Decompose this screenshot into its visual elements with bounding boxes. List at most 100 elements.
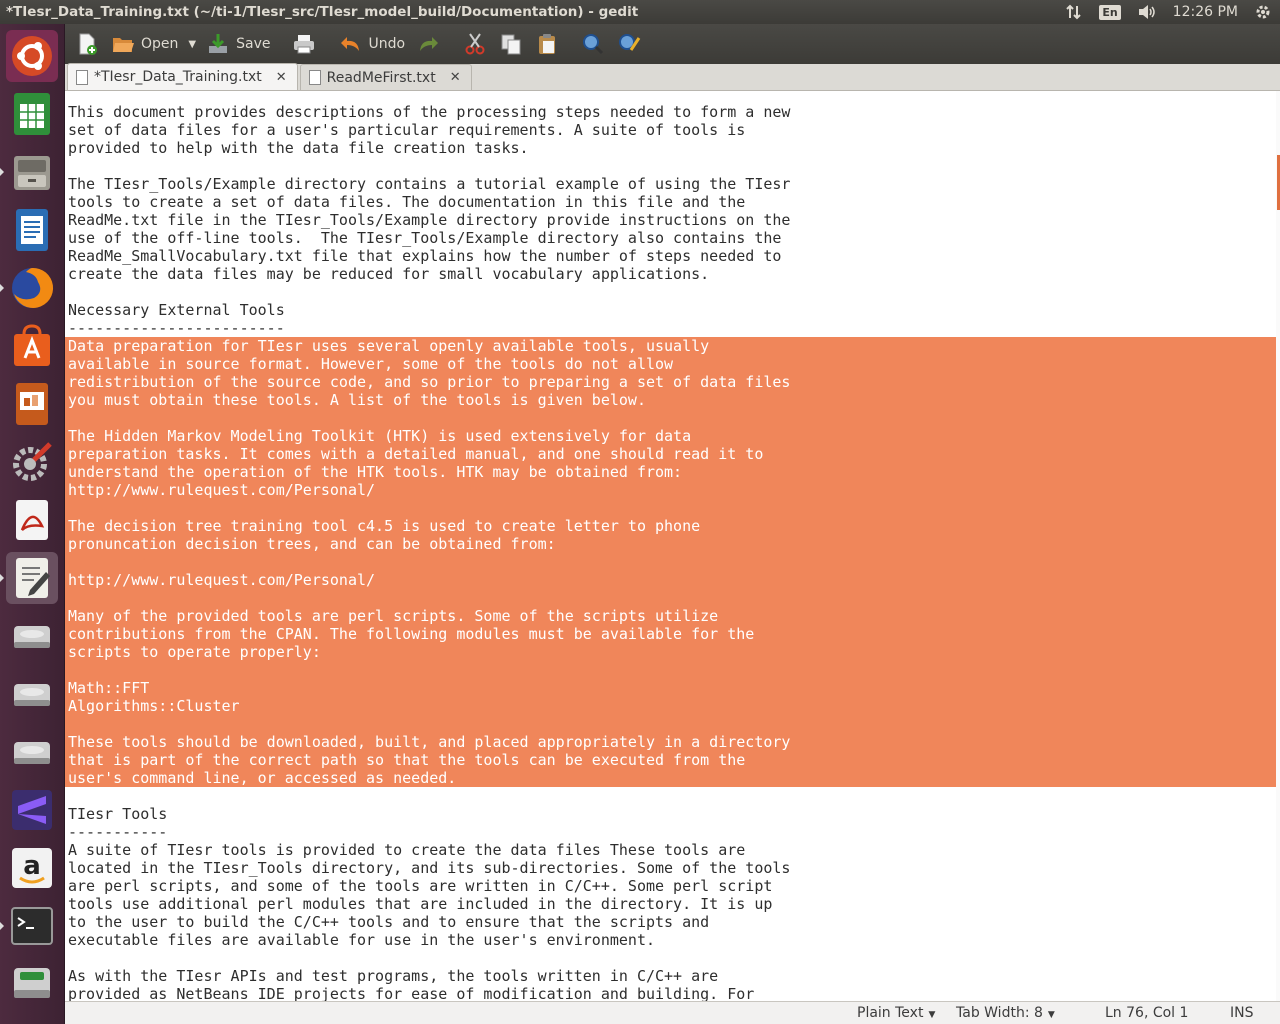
document-line[interactable]: Data preparation for TIesr uses several … [68,337,790,355]
document-line[interactable]: use of the off-line tools. The TIesr_Too… [68,229,790,247]
document-line[interactable] [68,499,790,517]
document-line[interactable]: redistribution of the source code, and s… [68,373,790,391]
document-line[interactable]: TIesr Tools [68,805,790,823]
close-tab-icon[interactable]: ✕ [276,70,287,85]
document-line[interactable]: are perl scripts, and some of the tools … [68,877,790,895]
document-line[interactable]: The TIesr_Tools/Example directory contai… [68,175,790,193]
document-line[interactable]: that is part of the correct path so that… [68,751,790,769]
document-line[interactable]: provided as NetBeans IDE projects for ea… [68,985,790,1001]
presentation-icon [16,383,48,425]
document-line[interactable] [68,283,790,301]
find-replace-button[interactable] [611,28,647,60]
document-line[interactable]: tools to create a set of data files. The… [68,193,790,211]
document-line[interactable]: tools use additional perl modules that a… [68,895,790,913]
launcher-software-center[interactable] [6,320,58,372]
document-line[interactable]: The Hidden Markov Modeling Toolkit (HTK)… [68,427,790,445]
tab-tiesr-data-training[interactable]: *TIesr_Data_Training.txt ✕ [67,63,298,90]
document-line[interactable] [68,553,790,571]
file-cabinet-icon [14,156,50,190]
clock[interactable]: 12:26 PM [1165,0,1246,24]
document-line[interactable]: to the user to build the C/C++ tools and… [68,913,790,931]
document-line[interactable]: create the data files may be reduced for… [68,265,790,283]
folder-open-icon [113,38,134,52]
document-line[interactable]: Math::FFT [68,679,790,697]
text-editor-area[interactable]: This document provides descriptions of t… [65,91,1276,1001]
open-recent-dropdown[interactable]: ▼ [184,28,200,60]
save-button[interactable]: Save [200,28,276,60]
document-line[interactable]: contributions from the CPAN. The followi… [68,625,790,643]
open-button[interactable]: Open [105,28,184,60]
session-indicator[interactable] [1246,0,1280,24]
document-line[interactable]: The decision tree training tool c4.5 is … [68,517,790,535]
tab-width-selector[interactable]: Tab Width: 8 ▼ [956,1005,1055,1021]
document-line[interactable] [68,589,790,607]
redo-button[interactable] [411,28,447,60]
document-line[interactable]: available in source format. However, som… [68,355,790,373]
document-line[interactable]: A suite of TIesr tools is provided to cr… [68,841,790,859]
launcher-firefox[interactable] [6,262,58,314]
document-line[interactable] [68,157,790,175]
find-button[interactable] [575,28,611,60]
document-line[interactable]: executable files are available for use i… [68,931,790,949]
document-line[interactable]: pronuncation decision trees, and can be … [68,535,790,553]
document-line[interactable]: you must obtain these tools. A list of t… [68,391,790,409]
document-line[interactable]: ReadMe_SmallVocabulary.txt file that exp… [68,247,790,265]
launcher-drive-1[interactable] [6,610,58,662]
document-line[interactable]: ----------- [68,823,790,841]
undo-button[interactable]: Undo [332,28,411,60]
launcher-amazon[interactable]: a [6,842,58,894]
document-line[interactable] [68,949,790,967]
firefox-icon [12,267,54,308]
cursor-position: Ln 76, Col 1 [1105,1005,1189,1021]
launcher-drive-removable[interactable] [6,958,58,1010]
launcher-drive-3[interactable] [6,726,58,778]
tab-readmefirst[interactable]: ReadMeFirst.txt ✕ [299,64,472,90]
document-line[interactable]: ------------------------ [68,319,790,337]
document-line[interactable]: understand the operation of the HTK tool… [68,463,790,481]
launcher-ubuntu-dash[interactable] [6,30,58,82]
launcher-document-viewer[interactable] [6,494,58,546]
document-line[interactable]: http://www.rulequest.com/Personal/ [68,481,790,499]
print-button[interactable] [286,28,322,60]
keyboard-indicator[interactable]: En [1091,0,1128,24]
sound-indicator[interactable] [1129,0,1165,24]
document-line[interactable]: set of data files for a user's particula… [68,121,790,139]
document-line[interactable]: scripts to operate properly: [68,643,790,661]
document-line[interactable]: user's command line, or accessed as need… [68,769,790,787]
new-document-button[interactable] [69,28,105,60]
launcher-files[interactable] [6,146,58,198]
launcher-terminal[interactable] [6,900,58,952]
document-line[interactable]: These tools should be downloaded, built,… [68,733,790,751]
document-line[interactable]: preparation tasks. It comes with a detai… [68,445,790,463]
document-line[interactable]: located in the TIesr_Tools directory, an… [68,859,790,877]
launcher-system-settings[interactable] [6,436,58,488]
launcher-drive-2[interactable] [6,668,58,720]
launcher-libreoffice-writer[interactable] [6,204,58,256]
document-line[interactable]: This document provides descriptions of t… [68,103,790,121]
document-line[interactable]: As with the TIesr APIs and test programs… [68,967,790,985]
document-line[interactable]: ReadMe.txt file in the TIesr_Tools/Examp… [68,211,790,229]
document-line[interactable] [68,715,790,733]
speaker-icon [1138,5,1155,19]
network-indicator[interactable] [1057,0,1091,24]
launcher-libreoffice-calc[interactable] [6,88,58,140]
language-selector[interactable]: Plain Text ▼ [857,1005,935,1021]
save-download-icon [209,34,228,53]
launcher-sublime-text[interactable] [6,784,58,836]
cut-button[interactable] [457,28,493,60]
launcher-text-editor[interactable] [6,552,58,604]
document-line[interactable]: Necessary External Tools [68,301,790,319]
paste-button[interactable] [529,28,565,60]
copy-button[interactable] [493,28,529,60]
document-line[interactable] [68,409,790,427]
vertical-scrollbar[interactable] [1276,91,1280,1001]
document-line[interactable]: http://www.rulequest.com/Personal/ [68,571,790,589]
document-line[interactable] [68,661,790,679]
document-text[interactable]: This document provides descriptions of t… [68,103,790,1001]
close-tab-icon[interactable]: ✕ [450,70,461,85]
launcher-libreoffice-impress[interactable] [6,378,58,430]
document-line[interactable]: Many of the provided tools are perl scri… [68,607,790,625]
document-line[interactable] [68,787,790,805]
document-line[interactable]: provided to help with the data file crea… [68,139,790,157]
document-line[interactable]: Algorithms::Cluster [68,697,790,715]
